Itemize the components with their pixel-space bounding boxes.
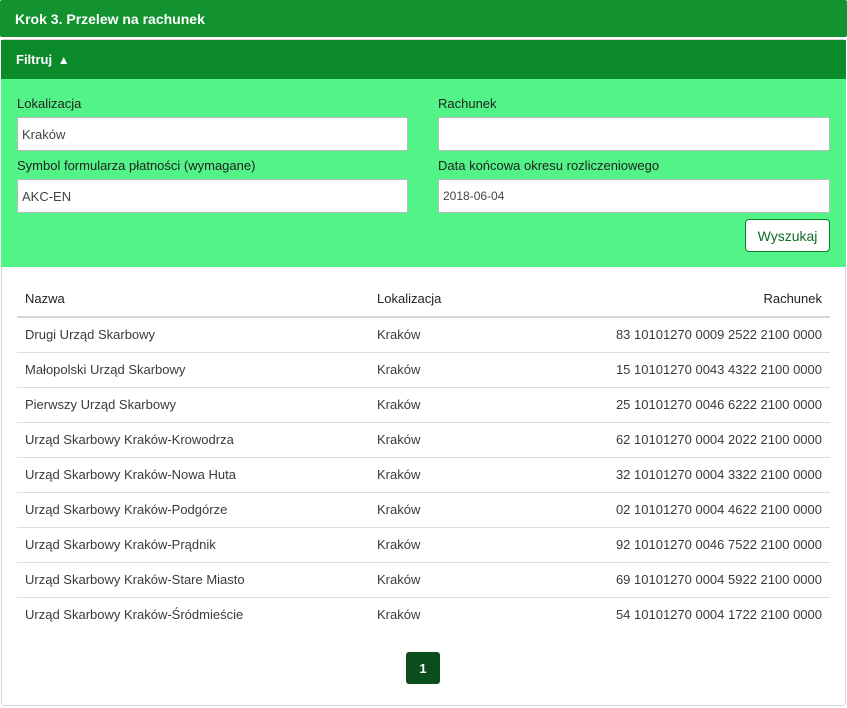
cell-location: Kraków	[369, 527, 569, 563]
column-header-account[interactable]: Rachunek	[569, 281, 830, 318]
caret-up-icon: ▲	[57, 53, 70, 67]
search-button[interactable]: Wyszukaj	[745, 219, 830, 252]
table-row[interactable]: Urząd Skarbowy Kraków-Stare Miasto Krakó…	[17, 562, 830, 598]
account-input[interactable]	[438, 117, 830, 151]
cell-name: Urząd Skarbowy Kraków-Śródmieście	[25, 607, 244, 623]
column-header-location[interactable]: Lokalizacja	[369, 281, 569, 318]
cell-name: Urząd Skarbowy Kraków-Stare Miasto	[17, 562, 369, 598]
cell-account: 15 10101270 0043 4322 2100 0000	[569, 352, 830, 388]
step-title-bar: Krok 3. Przelew na rachunek	[0, 0, 847, 37]
cell-account: 69 10101270 0004 5922 2100 0000	[569, 562, 830, 598]
end-date-input[interactable]: 2018-06-04	[438, 179, 830, 213]
account-label: Rachunek	[438, 96, 497, 111]
cell-location: Kraków	[369, 457, 569, 493]
symbol-label: Symbol formularza płatności (wymagane)	[17, 158, 256, 173]
cell-location: Kraków	[369, 492, 569, 528]
end-date-label: Data końcowa okresu rozliczeniowego	[438, 158, 660, 173]
table-row[interactable]: Małopolski Urząd Skarbowy Kraków 15 1010…	[17, 352, 830, 388]
cell-name: Drugi Urząd Skarbowy	[17, 317, 369, 353]
cell-account: 92 10101270 0046 7522 2100 0000	[569, 527, 830, 563]
table-header-row: Nazwa Lokalizacja Rachunek	[17, 281, 830, 318]
symbol-input[interactable]: AKC-EN	[17, 179, 408, 213]
cell-location: Kraków	[369, 317, 569, 353]
cell-location: Kraków	[377, 607, 421, 623]
location-input[interactable]: Kraków	[17, 117, 408, 151]
cell-name: Urząd Skarbowy Kraków-Nowa Huta	[17, 457, 369, 493]
cell-account: 83 10101270 0009 2522 2100 0000	[569, 317, 830, 353]
table-row[interactable]: Urząd Skarbowy Kraków-Podgórze Kraków 02…	[17, 492, 830, 528]
cell-account: 54 10101270 0004 1722 2100 0000	[615, 607, 822, 623]
table-row[interactable]: Urząd Skarbowy Kraków-Prądnik Kraków 92 …	[17, 527, 830, 563]
table-row[interactable]: Urząd Skarbowy Kraków-Krowodrza Kraków 6…	[17, 422, 830, 458]
cell-name: Urząd Skarbowy Kraków-Podgórze	[17, 492, 369, 528]
step-title: Krok 3. Przelew na rachunek	[15, 11, 205, 27]
filter-toggle[interactable]: Filtruj ▲	[1, 40, 846, 79]
table-row[interactable]: Urząd Skarbowy Kraków-Nowa Huta Kraków 3…	[17, 457, 830, 493]
cell-location: Kraków	[369, 562, 569, 598]
cell-name: Urząd Skarbowy Kraków-Krowodrza	[17, 422, 369, 458]
filter-form	[1, 79, 846, 267]
cell-name: Pierwszy Urząd Skarbowy	[17, 387, 369, 423]
location-label: Lokalizacja	[17, 96, 82, 111]
cell-account: 25 10101270 0046 6222 2100 0000	[569, 387, 830, 423]
table-row[interactable]: Drugi Urząd Skarbowy Kraków 83 10101270 …	[17, 317, 830, 353]
cell-account: 32 10101270 0004 3322 2100 0000	[569, 457, 830, 493]
column-header-name[interactable]: Nazwa	[17, 281, 369, 318]
results-table: Nazwa Lokalizacja Rachunek Drugi Urząd S…	[17, 281, 830, 632]
cell-name: Urząd Skarbowy Kraków-Prądnik	[17, 527, 369, 563]
cell-location: Kraków	[369, 422, 569, 458]
table-row[interactable]: Pierwszy Urząd Skarbowy Kraków 25 101012…	[17, 387, 830, 423]
table-row[interactable]: Urząd Skarbowy Kraków-Śródmieście Kraków…	[17, 597, 830, 632]
cell-account: 02 10101270 0004 4622 2100 0000	[569, 492, 830, 528]
cell-location: Kraków	[369, 387, 569, 423]
filter-toggle-label: Filtruj	[16, 52, 53, 67]
cell-name: Małopolski Urząd Skarbowy	[17, 352, 369, 388]
cell-account: 62 10101270 0004 2022 2100 0000	[569, 422, 830, 458]
cell-location: Kraków	[369, 352, 569, 388]
pagination-page-button[interactable]: 1	[406, 652, 440, 684]
